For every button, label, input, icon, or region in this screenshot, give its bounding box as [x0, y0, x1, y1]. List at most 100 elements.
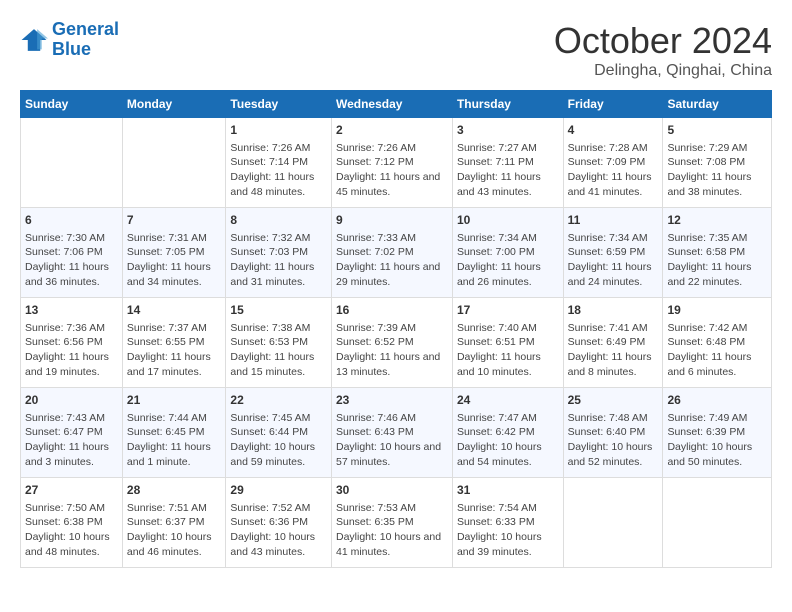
day-info: Sunrise: 7:43 AM Sunset: 6:47 PM Dayligh…	[25, 411, 118, 470]
day-cell: 11 Sunrise: 7:34 AM Sunset: 6:59 PM Dayli…	[563, 208, 663, 298]
day-number: 13	[25, 302, 118, 319]
day-info: Sunrise: 7:44 AM Sunset: 6:45 PM Dayligh…	[127, 411, 222, 470]
day-info: Sunrise: 7:33 AM Sunset: 7:02 PM Dayligh…	[336, 231, 448, 290]
day-number: 2	[336, 122, 448, 139]
day-cell: 26Sunrise: 7:49 AM Sunset: 6:39 PM Dayli…	[663, 388, 772, 478]
day-info: Sunrise: 7:50 AM Sunset: 6:38 PM Dayligh…	[25, 501, 118, 560]
day-number: 10	[457, 212, 559, 229]
day-cell: 28Sunrise: 7:51 AM Sunset: 6:37 PM Dayli…	[122, 478, 226, 568]
day-number: 31	[457, 482, 559, 499]
day-info: Sunrise: 7:42 AM Sunset: 6:48 PM Dayligh…	[667, 321, 767, 380]
day-info: Sunrise: 7:54 AM Sunset: 6:33 PM Dayligh…	[457, 501, 559, 560]
header-sunday: Sunday	[21, 91, 123, 118]
day-cell: 12 Sunrise: 7:35 AM Sunset: 6:58 PM Dayli…	[663, 208, 772, 298]
day-number: 28	[127, 482, 222, 499]
day-number: 12	[667, 212, 767, 229]
day-cell: 15 Sunrise: 7:38 AM Sunset: 6:53 PM Dayli…	[226, 298, 332, 388]
day-cell	[122, 118, 226, 208]
day-number: 27	[25, 482, 118, 499]
day-cell: 8Sunrise: 7:32 AM Sunset: 7:03 PM Daylig…	[226, 208, 332, 298]
day-cell: 7 Sunrise: 7:31 AM Sunset: 7:05 PM Daylig…	[122, 208, 226, 298]
day-info: Sunrise: 7:34 AM Sunset: 6:59 PM Dayligh…	[568, 231, 659, 290]
day-number: 11	[568, 212, 659, 229]
header-wednesday: Wednesday	[331, 91, 452, 118]
week-row-4: 20 Sunrise: 7:43 AM Sunset: 6:47 PM Dayli…	[21, 388, 772, 478]
day-cell: 19 Sunrise: 7:42 AM Sunset: 6:48 PM Dayli…	[663, 298, 772, 388]
day-cell	[563, 478, 663, 568]
day-cell: 2 Sunrise: 7:26 AM Sunset: 7:12 PM Daylig…	[331, 118, 452, 208]
logo-text: General Blue	[52, 20, 119, 60]
day-cell: 31 Sunrise: 7:54 AM Sunset: 6:33 PM Dayli…	[452, 478, 563, 568]
header-tuesday: Tuesday	[226, 91, 332, 118]
day-cell: 24Sunrise: 7:47 AM Sunset: 6:42 PM Dayli…	[452, 388, 563, 478]
day-number: 9	[336, 212, 448, 229]
day-number: 21	[127, 392, 222, 409]
day-cell: 17 Sunrise: 7:40 AM Sunset: 6:51 PM Dayli…	[452, 298, 563, 388]
day-info: Sunrise: 7:30 AM Sunset: 7:06 PM Dayligh…	[25, 231, 118, 290]
day-number: 18	[568, 302, 659, 319]
day-number: 14	[127, 302, 222, 319]
day-number: 23	[336, 392, 448, 409]
day-number: 25	[568, 392, 659, 409]
day-number: 17	[457, 302, 559, 319]
day-number: 20	[25, 392, 118, 409]
day-number: 4	[568, 122, 659, 139]
day-cell: 10 Sunrise: 7:34 AM Sunset: 7:00 PM Dayli…	[452, 208, 563, 298]
day-info: Sunrise: 7:29 AM Sunset: 7:08 PM Dayligh…	[667, 141, 767, 200]
header-thursday: Thursday	[452, 91, 563, 118]
week-row-3: 13 Sunrise: 7:36 AM Sunset: 6:56 PM Dayli…	[21, 298, 772, 388]
day-cell: 14 Sunrise: 7:37 AM Sunset: 6:55 PM Dayli…	[122, 298, 226, 388]
day-info: Sunrise: 7:32 AM Sunset: 7:03 PM Dayligh…	[230, 231, 327, 290]
day-number: 30	[336, 482, 448, 499]
calendar-header-row: SundayMondayTuesdayWednesdayThursdayFrid…	[21, 91, 772, 118]
day-cell	[663, 478, 772, 568]
day-info: Sunrise: 7:53 AM Sunset: 6:35 PM Dayligh…	[336, 501, 448, 560]
day-info: Sunrise: 7:41 AM Sunset: 6:49 PM Dayligh…	[568, 321, 659, 380]
week-row-2: 6 Sunrise: 7:30 AM Sunset: 7:06 PM Daylig…	[21, 208, 772, 298]
location-subtitle: Delingha, Qinghai, China	[554, 62, 772, 80]
week-row-1: 1 Sunrise: 7:26 AM Sunset: 7:14 PM Daylig…	[21, 118, 772, 208]
day-number: 26	[667, 392, 767, 409]
day-info: Sunrise: 7:28 AM Sunset: 7:09 PM Dayligh…	[568, 141, 659, 200]
day-number: 5	[667, 122, 767, 139]
day-info: Sunrise: 7:46 AM Sunset: 6:43 PM Dayligh…	[336, 411, 448, 470]
day-number: 6	[25, 212, 118, 229]
day-number: 15	[230, 302, 327, 319]
day-cell: 1 Sunrise: 7:26 AM Sunset: 7:14 PM Daylig…	[226, 118, 332, 208]
day-info: Sunrise: 7:40 AM Sunset: 6:51 PM Dayligh…	[457, 321, 559, 380]
day-cell: 27 Sunrise: 7:50 AM Sunset: 6:38 PM Dayli…	[21, 478, 123, 568]
day-cell: 29 Sunrise: 7:52 AM Sunset: 6:36 PM Dayli…	[226, 478, 332, 568]
day-cell: 5 Sunrise: 7:29 AM Sunset: 7:08 PM Daylig…	[663, 118, 772, 208]
logo: General Blue	[20, 20, 119, 60]
day-cell: 18 Sunrise: 7:41 AM Sunset: 6:49 PM Dayli…	[563, 298, 663, 388]
calendar-table: SundayMondayTuesdayWednesdayThursdayFrid…	[20, 90, 772, 568]
day-number: 7	[127, 212, 222, 229]
day-info: Sunrise: 7:26 AM Sunset: 7:14 PM Dayligh…	[230, 141, 327, 200]
day-number: 3	[457, 122, 559, 139]
header-monday: Monday	[122, 91, 226, 118]
day-number: 1	[230, 122, 327, 139]
day-cell: 20 Sunrise: 7:43 AM Sunset: 6:47 PM Dayli…	[21, 388, 123, 478]
day-cell: 23 Sunrise: 7:46 AM Sunset: 6:43 PM Dayli…	[331, 388, 452, 478]
title-block: October 2024 Delingha, Qinghai, China	[554, 20, 772, 80]
day-number: 29	[230, 482, 327, 499]
day-number: 24	[457, 392, 559, 409]
day-info: Sunrise: 7:35 AM Sunset: 6:58 PM Dayligh…	[667, 231, 767, 290]
day-info: Sunrise: 7:26 AM Sunset: 7:12 PM Dayligh…	[336, 141, 448, 200]
day-cell: 22Sunrise: 7:45 AM Sunset: 6:44 PM Dayli…	[226, 388, 332, 478]
day-info: Sunrise: 7:27 AM Sunset: 7:11 PM Dayligh…	[457, 141, 559, 200]
day-cell: 4 Sunrise: 7:28 AM Sunset: 7:09 PM Daylig…	[563, 118, 663, 208]
day-info: Sunrise: 7:34 AM Sunset: 7:00 PM Dayligh…	[457, 231, 559, 290]
day-cell: 6 Sunrise: 7:30 AM Sunset: 7:06 PM Daylig…	[21, 208, 123, 298]
day-cell	[21, 118, 123, 208]
day-cell: 21 Sunrise: 7:44 AM Sunset: 6:45 PM Dayli…	[122, 388, 226, 478]
day-info: Sunrise: 7:38 AM Sunset: 6:53 PM Dayligh…	[230, 321, 327, 380]
day-number: 19	[667, 302, 767, 319]
day-info: Sunrise: 7:52 AM Sunset: 6:36 PM Dayligh…	[230, 501, 327, 560]
day-number: 22	[230, 392, 327, 409]
day-info: Sunrise: 7:37 AM Sunset: 6:55 PM Dayligh…	[127, 321, 222, 380]
page-header: General Blue October 2024 Delingha, Qing…	[20, 20, 772, 80]
day-info: Sunrise: 7:31 AM Sunset: 7:05 PM Dayligh…	[127, 231, 222, 290]
day-info: Sunrise: 7:36 AM Sunset: 6:56 PM Dayligh…	[25, 321, 118, 380]
week-row-5: 27 Sunrise: 7:50 AM Sunset: 6:38 PM Dayli…	[21, 478, 772, 568]
